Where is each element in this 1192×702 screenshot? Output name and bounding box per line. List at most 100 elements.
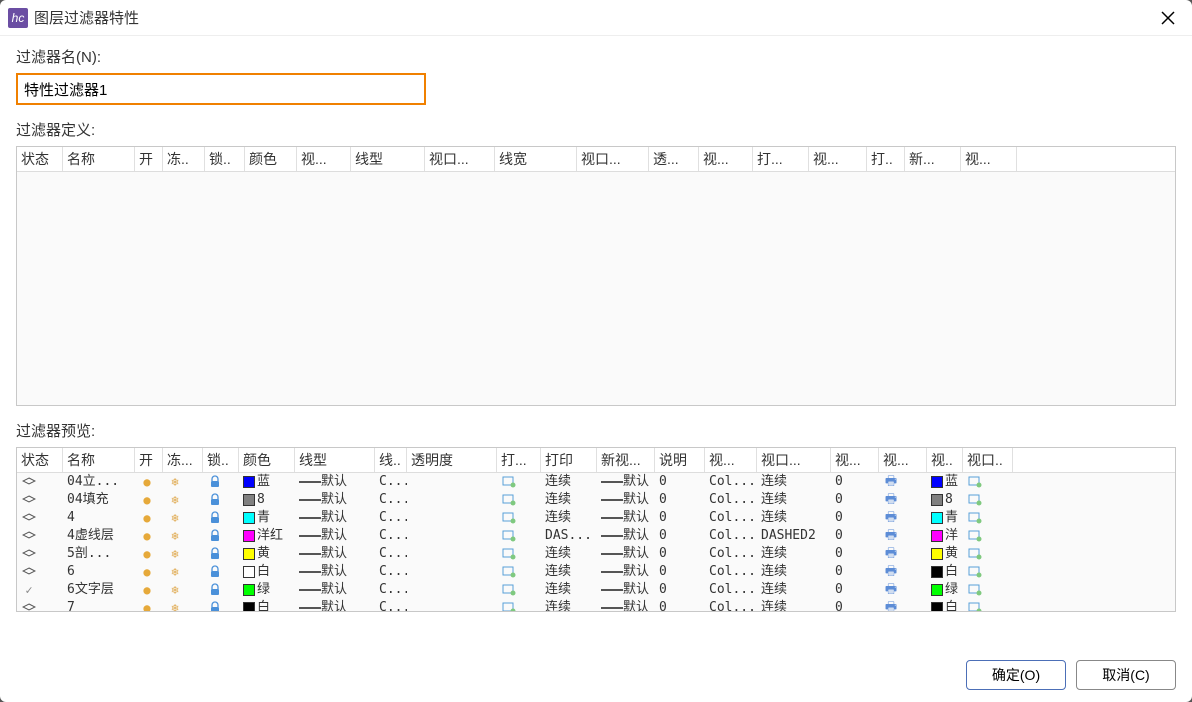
column-header[interactable]: 视..: [927, 448, 963, 472]
column-header[interactable]: 新...: [905, 147, 961, 171]
column-header[interactable]: 视口...: [425, 147, 495, 171]
filter-def-grid[interactable]: 状态名称开冻..锁..颜色视...线型视口...线宽视口...透...视...打…: [16, 146, 1176, 406]
line-icon: [601, 553, 623, 555]
sun-icon: ●: [139, 583, 155, 597]
lock-icon: [207, 493, 223, 507]
layer-icon: [21, 601, 37, 612]
column-header[interactable]: 名称: [63, 448, 135, 472]
table-row[interactable]: 5剖...●❄黄 默认C...连续 默认0Col...连续0🖶黄: [17, 545, 1175, 563]
sun-icon: ●: [139, 601, 155, 612]
column-header[interactable]: 线型: [351, 147, 425, 171]
filter-name-input[interactable]: [16, 73, 426, 105]
viewport-icon: [501, 601, 517, 612]
filter-def-label: 过滤器定义:: [16, 119, 1176, 140]
table-row[interactable]: 6●❄白 默认C...连续 默认0Col...连续0🖶白: [17, 563, 1175, 581]
column-header[interactable]: 打..: [867, 147, 905, 171]
column-header[interactable]: 视...: [297, 147, 351, 171]
lock-icon: [207, 547, 223, 561]
column-header[interactable]: 状态: [17, 448, 63, 472]
sun-icon: ●: [139, 493, 155, 507]
column-header[interactable]: 锁..: [203, 448, 239, 472]
layer-icon: [21, 565, 37, 579]
snowflake-icon: ❄: [167, 475, 183, 489]
column-header[interactable]: 开: [135, 448, 163, 472]
column-header[interactable]: 视口..: [963, 448, 1013, 472]
close-icon: [1161, 11, 1175, 25]
column-header[interactable]: 打印: [541, 448, 597, 472]
printer-icon: 🖶: [883, 475, 899, 489]
table-row[interactable]: 4虚线层●❄洋红 默认C...DAS... 默认0Col...DASHED20🖶…: [17, 527, 1175, 545]
line-icon: [299, 553, 321, 555]
column-header[interactable]: 视口...: [577, 147, 649, 171]
table-row[interactable]: 4●❄青 默认C...连续 默认0Col...连续0🖶青: [17, 509, 1175, 527]
lock-icon: [207, 475, 223, 489]
column-header[interactable]: 说明: [655, 448, 705, 472]
lock-icon: [207, 601, 223, 612]
printer-icon: 🖶: [883, 547, 899, 561]
sun-icon: ●: [139, 529, 155, 543]
close-button[interactable]: [1152, 4, 1184, 32]
column-header[interactable]: 冻...: [163, 448, 203, 472]
line-icon: [299, 607, 321, 609]
viewport-icon: [501, 583, 517, 597]
sun-icon: ●: [139, 547, 155, 561]
table-row[interactable]: 7●❄白 默认C...连续 默认0Col...连续0🖶白: [17, 599, 1175, 612]
column-header[interactable]: 颜色: [245, 147, 297, 171]
viewport-icon: [501, 565, 517, 579]
snowflake-icon: ❄: [167, 565, 183, 579]
line-icon: [299, 589, 321, 591]
column-header[interactable]: 透...: [649, 147, 699, 171]
lock-icon: [207, 583, 223, 597]
layer-icon: [21, 475, 37, 489]
column-header[interactable]: 锁..: [205, 147, 245, 171]
line-icon: [299, 499, 321, 501]
column-header[interactable]: 打...: [753, 147, 809, 171]
dialog-window: hc 图层过滤器特性 过滤器名(N): 过滤器定义: 状态名称开冻..锁..颜色…: [0, 0, 1192, 702]
filter-name-label: 过滤器名(N):: [16, 46, 1176, 67]
column-header[interactable]: 颜色: [239, 448, 295, 472]
column-header[interactable]: 开: [135, 147, 163, 171]
column-header[interactable]: 视...: [809, 147, 867, 171]
column-header[interactable]: 视...: [699, 147, 753, 171]
viewport-icon: [967, 529, 983, 543]
column-header[interactable]: 视...: [705, 448, 757, 472]
lock-icon: [207, 565, 223, 579]
viewport-icon: [501, 493, 517, 507]
column-header[interactable]: 名称: [63, 147, 135, 171]
table-row[interactable]: ✓6文字层●❄绿 默认C...连续 默认0Col...连续0🖶绿: [17, 581, 1175, 599]
column-header[interactable]: 冻..: [163, 147, 205, 171]
ok-button[interactable]: 确定(O): [966, 660, 1066, 690]
line-icon: [601, 571, 623, 573]
viewport-icon: [967, 565, 983, 579]
layer-icon: [21, 511, 37, 525]
column-header[interactable]: 线..: [375, 448, 407, 472]
layer-icon: [21, 529, 37, 543]
cancel-button[interactable]: 取消(C): [1076, 660, 1176, 690]
line-icon: [299, 517, 321, 519]
viewport-icon: [967, 583, 983, 597]
column-header[interactable]: 线宽: [495, 147, 577, 171]
table-row[interactable]: 04立...●❄蓝 默认C...连续 默认0Col...连续0🖶蓝: [17, 473, 1175, 491]
sun-icon: ●: [139, 511, 155, 525]
line-icon: [601, 589, 623, 591]
line-icon: [601, 517, 623, 519]
table-row[interactable]: 04填充●❄8 默认C...连续 默认0Col...连续0🖶8: [17, 491, 1175, 509]
column-header[interactable]: 视口...: [757, 448, 831, 472]
printer-icon: 🖶: [883, 529, 899, 543]
viewport-icon: [967, 601, 983, 612]
column-header[interactable]: 视...: [879, 448, 927, 472]
column-header[interactable]: 状态: [17, 147, 63, 171]
filter-preview-grid[interactable]: 状态名称开冻...锁..颜色线型线..透明度打...打印新视...说明视...视…: [16, 447, 1176, 612]
viewport-icon: [967, 547, 983, 561]
def-header-row: 状态名称开冻..锁..颜色视...线型视口...线宽视口...透...视...打…: [17, 147, 1175, 172]
column-header[interactable]: 打...: [497, 448, 541, 472]
column-header[interactable]: 视...: [831, 448, 879, 472]
column-header[interactable]: 视...: [961, 147, 1017, 171]
line-icon: [299, 571, 321, 573]
sun-icon: ●: [139, 475, 155, 489]
column-header[interactable]: 新视...: [597, 448, 655, 472]
column-header[interactable]: 透明度: [407, 448, 497, 472]
column-header[interactable]: 线型: [295, 448, 375, 472]
window-title: 图层过滤器特性: [34, 7, 1152, 28]
printer-icon: 🖶: [883, 583, 899, 597]
